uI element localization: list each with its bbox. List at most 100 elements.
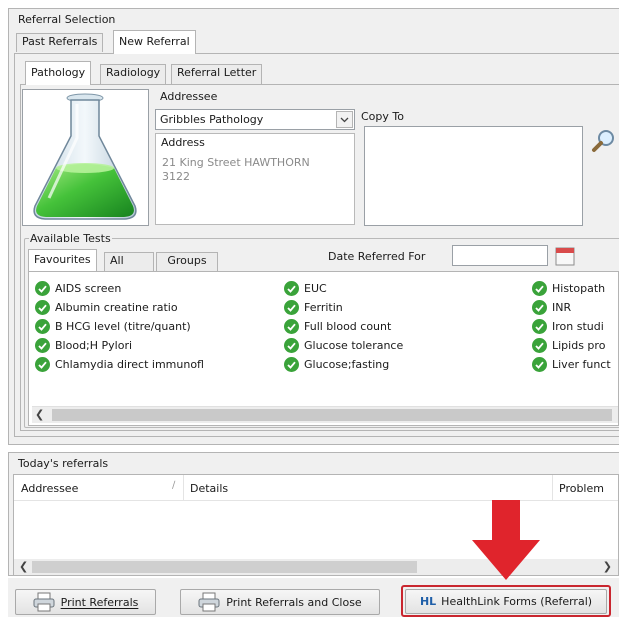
scroll-right-arrow-icon[interactable]: ❯: [603, 560, 612, 573]
check-icon: [38, 342, 47, 350]
test-item[interactable]: Ferritin: [284, 298, 343, 317]
check-circle-icon: [284, 357, 299, 372]
test-item[interactable]: Full blood count: [284, 317, 391, 336]
test-item[interactable]: Glucose tolerance: [284, 336, 403, 355]
printer-icon: [33, 592, 55, 612]
test-label: Full blood count: [304, 320, 392, 333]
test-label: Glucose tolerance: [304, 339, 404, 352]
calendar-icon: [555, 247, 575, 265]
scroll-left-arrow-icon[interactable]: ❮: [19, 560, 28, 573]
tab-radiology[interactable]: Radiology: [100, 64, 167, 84]
test-label: EUC: [304, 282, 327, 295]
dropdown-button[interactable]: [336, 111, 353, 128]
scrollbar-thumb[interactable]: [32, 561, 417, 573]
test-label: Liver funct: [552, 358, 611, 371]
sort-indicator-icon: ∕: [172, 480, 176, 491]
test-item[interactable]: Liver funct: [532, 355, 611, 374]
test-item[interactable]: Chlamydia direct immunofl: [35, 355, 204, 374]
print-referrals-button[interactable]: Print Referrals: [15, 589, 156, 615]
healthlink-icon: HL: [419, 595, 437, 608]
test-item[interactable]: INR: [532, 298, 571, 317]
check-icon: [287, 304, 296, 312]
check-icon: [38, 304, 47, 312]
tab-past-referrals[interactable]: Past Referrals: [16, 33, 104, 52]
test-item[interactable]: Histopath: [532, 279, 605, 298]
chevron-down-icon: [340, 117, 349, 122]
check-icon: [535, 361, 544, 369]
check-icon: [38, 285, 47, 293]
date-referred-input[interactable]: [452, 245, 548, 266]
date-referred-label: Date Referred For: [328, 250, 426, 263]
check-icon: [535, 323, 544, 331]
column-divider: [552, 475, 553, 501]
test-item[interactable]: Lipids pro: [532, 336, 605, 355]
test-label: Chlamydia direct immunofl: [55, 358, 204, 371]
check-circle-icon: [284, 338, 299, 353]
print-referrals-and-close-label: Print Referrals and Close: [226, 595, 362, 609]
test-label: INR: [552, 301, 572, 314]
red-arrow-icon: [472, 500, 540, 580]
check-circle-icon: [284, 281, 299, 296]
test-label: Glucose;fasting: [304, 358, 390, 371]
test-label: AIDS screen: [55, 282, 122, 295]
tab-all[interactable]: All: [104, 252, 154, 271]
test-label: Ferritin: [304, 301, 343, 314]
check-circle-icon: [284, 319, 299, 334]
flask-icon: [33, 93, 137, 220]
addressee-label: Addressee: [160, 90, 218, 103]
todays-referrals-label: Today's referrals: [18, 457, 109, 470]
column-divider: [183, 475, 184, 501]
tab-groups[interactable]: Groups: [156, 252, 218, 271]
calendar-button[interactable]: [553, 244, 577, 268]
test-label: Histopath: [552, 282, 606, 295]
check-circle-icon: [35, 338, 50, 353]
healthlink-forms-label: HealthLink Forms (Referral): [441, 595, 593, 608]
check-circle-icon: [532, 319, 547, 334]
addressee-value: Gribbles Pathology: [160, 113, 264, 126]
check-circle-icon: [532, 281, 547, 296]
check-icon: [287, 361, 296, 369]
check-circle-icon: [35, 357, 50, 372]
print-referrals-and-close-button[interactable]: Print Referrals and Close: [180, 589, 380, 615]
tab-pathology[interactable]: Pathology: [25, 61, 92, 85]
check-circle-icon: [35, 300, 50, 315]
tab-referral-letter[interactable]: Referral Letter: [171, 64, 263, 84]
tests-list[interactable]: AIDS screen Albumin creatine ratio B HCG l…: [28, 271, 619, 426]
column-header-problem[interactable]: Problem: [559, 482, 604, 495]
check-circle-icon: [35, 319, 50, 334]
address-line-1: 21 King Street HAWTHORN: [162, 156, 310, 169]
horizontal-scrollbar[interactable]: ❮: [32, 406, 618, 423]
check-icon: [38, 361, 47, 369]
referral-selection-label: Referral Selection: [18, 13, 116, 26]
referral-window: Referral Selection Past Referrals New Re…: [0, 0, 619, 617]
tab-favourites[interactable]: Favourites: [28, 249, 97, 271]
check-circle-icon: [35, 281, 50, 296]
copy-to-search-button[interactable]: [588, 126, 619, 156]
magnifier-icon: [591, 130, 614, 152]
test-item[interactable]: Albumin creatine ratio: [35, 298, 178, 317]
healthlink-forms-button[interactable]: HL HealthLink Forms (Referral): [405, 589, 607, 614]
test-item[interactable]: AIDS screen: [35, 279, 121, 298]
check-icon: [535, 342, 544, 350]
column-header-addressee[interactable]: Addressee: [21, 482, 78, 495]
check-circle-icon: [532, 300, 547, 315]
test-item[interactable]: Glucose;fasting: [284, 355, 389, 374]
copy-to-list[interactable]: [364, 126, 583, 226]
test-label: Blood;H Pylori: [55, 339, 133, 352]
addressee-select[interactable]: Gribbles Pathology: [155, 109, 355, 130]
check-icon: [287, 323, 296, 331]
check-icon: [535, 285, 544, 293]
test-item[interactable]: EUC: [284, 279, 327, 298]
check-icon: [287, 342, 296, 350]
test-label: Iron studi: [552, 320, 604, 333]
test-item[interactable]: B HCG level (titre/quant): [35, 317, 191, 336]
tab-new-referral[interactable]: New Referral: [113, 30, 196, 54]
scroll-left-arrow-icon[interactable]: ❮: [35, 408, 44, 421]
pathology-flask-image: [22, 89, 149, 226]
test-label: Albumin creatine ratio: [55, 301, 178, 314]
test-item[interactable]: Iron studi: [532, 317, 604, 336]
column-header-details[interactable]: Details: [190, 482, 228, 495]
scrollbar-thumb[interactable]: [52, 409, 612, 421]
test-label: Lipids pro: [552, 339, 606, 352]
test-item[interactable]: Blood;H Pylori: [35, 336, 132, 355]
